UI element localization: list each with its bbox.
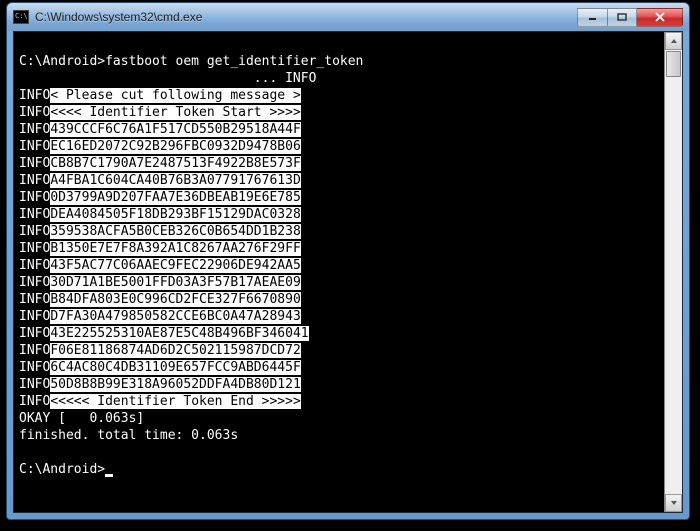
scrollbar-thumb[interactable] — [666, 51, 681, 77]
token-line: INFO439CCCF6C76A1F517CD550B29518A44F — [19, 121, 659, 138]
token-line: INFO50D8B8B99E318A96052DDFA4DB80D121 — [19, 376, 659, 393]
info-prefix: INFO — [19, 343, 50, 358]
token-line: INFO359538ACFA5B0CEB326C0B654DD1B238 — [19, 223, 659, 240]
token-line: INFOCB8B7C1790A7E2487513F4922B8E573F — [19, 155, 659, 172]
token-value: D7FA30A479850582CCE6BC0A47A28943 — [50, 309, 300, 324]
cmd-icon — [13, 10, 29, 24]
token-end: INFO<<<<< Identifier Token End >>>>> — [19, 393, 659, 410]
finished-line: finished. total time: 0.063s — [19, 427, 659, 444]
token-value: 6C4AC80C4DB31109E657FCC9ABD6445F — [50, 360, 300, 375]
close-icon — [654, 12, 666, 22]
minimize-button[interactable] — [577, 8, 607, 27]
token-value: 50D8B8B99E318A96052DDFA4DB80D121 — [50, 377, 300, 392]
window-title: C:\Windows\system32\cmd.exe — [35, 10, 577, 24]
token-value: DEA4084505F18DB293BF15129DAC0328 — [50, 207, 300, 222]
token-value: 0D3799A9D207FAA7E36DBEAB19E6E785 — [50, 190, 300, 205]
token-line: INFODEA4084505F18DB293BF15129DAC0328 — [19, 206, 659, 223]
info-prefix: INFO — [19, 258, 50, 273]
info-prefix: INFO — [19, 190, 50, 205]
blank-line — [19, 444, 659, 461]
chevron-down-icon — [670, 500, 678, 506]
prompt-line: C:\Android>fastboot oem get_identifier_t… — [19, 53, 659, 70]
cut-message: INFO< Please cut following message > — [19, 87, 659, 104]
token-end-body: <<<<< Identifier Token End >>>>> — [50, 394, 300, 409]
cursor-icon — [105, 474, 113, 477]
terminal-output[interactable]: C:\Android>fastboot oem get_identifier_t… — [14, 32, 664, 512]
scroll-up-button[interactable] — [665, 32, 682, 50]
token-value: B84DFA803E0C996CD2FCE327F6670890 — [50, 292, 300, 307]
token-value: 43F5AC77C06AAEC9FEC22906DE942AA5 — [50, 258, 300, 273]
token-value: F06E81186874AD6D2C502115987DCD72 — [50, 343, 300, 358]
token-line: INFO43F5AC77C06AAEC9FEC22906DE942AA5 — [19, 257, 659, 274]
window-frame: C:\Windows\system32\cmd.exe C:\Android>f… — [6, 2, 690, 520]
scroll-down-button[interactable] — [665, 494, 682, 512]
titlebar[interactable]: C:\Windows\system32\cmd.exe — [7, 3, 689, 31]
info-prefix: INFO — [19, 88, 50, 103]
prompt: C:\Android> — [19, 462, 105, 477]
token-line: INFO6C4AC80C4DB31109E657FCC9ABD6445F — [19, 359, 659, 376]
token-value: 43E225525310AE87E5C48B496BF346041 — [50, 326, 308, 341]
blank-line — [19, 36, 659, 53]
info-prefix: INFO — [19, 241, 50, 256]
prompt: C:\Android> — [19, 54, 105, 69]
info-partial: ... INFO — [19, 70, 659, 87]
token-value: CB8B7C1790A7E2487513F4922B8E573F — [50, 156, 300, 171]
token-line: INFOF06E81186874AD6D2C502115987DCD72 — [19, 342, 659, 359]
scrollbar-track[interactable] — [665, 50, 682, 494]
token-lines: INFO439CCCF6C76A1F517CD550B29518A44FINFO… — [19, 121, 659, 393]
token-value: 359538ACFA5B0CEB326C0B654DD1B238 — [50, 224, 300, 239]
cut-message-body: < Please cut following message > — [50, 88, 300, 103]
token-line: INFO30D71A1BE5001FFD03A3F57B17AEAE09 — [19, 274, 659, 291]
info-prefix: INFO — [19, 122, 50, 137]
prompt-line-2: C:\Android> — [19, 461, 659, 478]
token-line: INFOA4FBA1C604CA40B76B3A07791767613D — [19, 172, 659, 189]
token-line: INFOB1350E7E7F8A392A1C8267AA276F29FF — [19, 240, 659, 257]
info-prefix: INFO — [19, 224, 50, 239]
token-value: B1350E7E7F8A392A1C8267AA276F29FF — [50, 241, 300, 256]
token-value: 439CCCF6C76A1F517CD550B29518A44F — [50, 122, 300, 137]
window-controls — [577, 8, 683, 27]
info-prefix: INFO — [19, 377, 50, 392]
vertical-scrollbar[interactable] — [664, 32, 682, 512]
token-value: A4FBA1C604CA40B76B3A07791767613D — [50, 173, 300, 188]
info-prefix: INFO — [19, 360, 50, 375]
info-prefix: INFO — [19, 139, 50, 154]
token-start-body: <<<< Identifier Token Start >>>> — [50, 105, 300, 120]
maximize-icon — [617, 13, 627, 21]
token-line: INFO0D3799A9D207FAA7E36DBEAB19E6E785 — [19, 189, 659, 206]
chevron-up-icon — [670, 38, 678, 44]
info-prefix: INFO — [19, 326, 50, 341]
info-prefix: INFO — [19, 156, 50, 171]
token-value: EC16ED2072C92B296FBC0932D9478B06 — [50, 139, 300, 154]
minimize-icon — [588, 13, 598, 21]
token-line: INFOEC16ED2072C92B296FBC0932D9478B06 — [19, 138, 659, 155]
command-text: fastboot oem get_identifier_token — [105, 54, 363, 69]
info-prefix: INFO — [19, 309, 50, 324]
info-prefix: INFO — [19, 394, 50, 409]
info-prefix: INFO — [19, 207, 50, 222]
token-line: INFOD7FA30A479850582CCE6BC0A47A28943 — [19, 308, 659, 325]
token-value: 30D71A1BE5001FFD03A3F57B17AEAE09 — [50, 275, 300, 290]
info-prefix: INFO — [19, 105, 50, 120]
info-prefix: INFO — [19, 173, 50, 188]
token-line: INFO43E225525310AE87E5C48B496BF346041 — [19, 325, 659, 342]
info-prefix: INFO — [19, 275, 50, 290]
okay-line: OKAY [ 0.063s] — [19, 410, 659, 427]
token-line: INFOB84DFA803E0C996CD2FCE327F6670890 — [19, 291, 659, 308]
info-prefix: INFO — [19, 292, 50, 307]
maximize-button[interactable] — [607, 8, 637, 27]
close-button[interactable] — [637, 8, 683, 27]
token-start: INFO<<<< Identifier Token Start >>>> — [19, 104, 659, 121]
client-area: C:\Android>fastboot oem get_identifier_t… — [13, 31, 683, 513]
